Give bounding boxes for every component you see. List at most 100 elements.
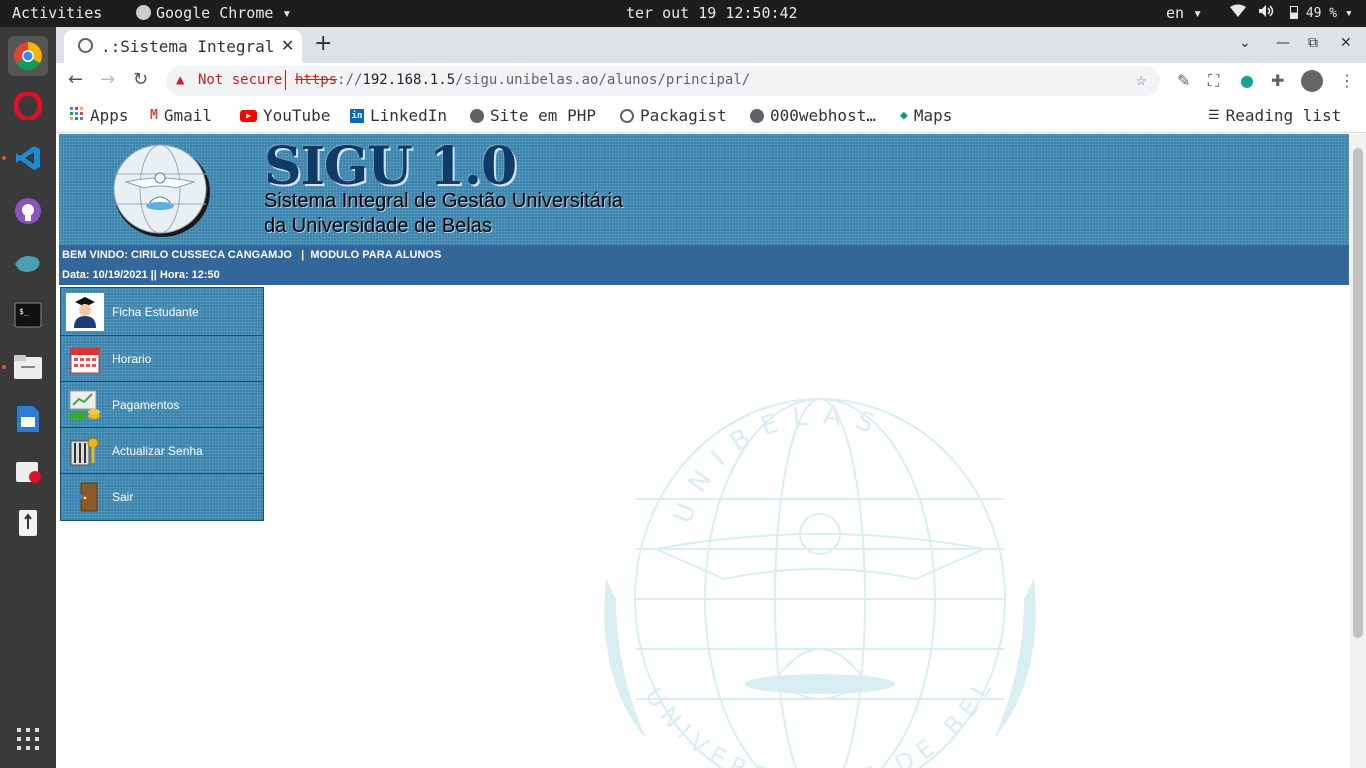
info-bar: BEM VINDO: CIRILO CUSSECA CANGAMJO | MOD… bbox=[59, 245, 1349, 285]
student-icon bbox=[66, 292, 104, 331]
app-subtitle-line2: da Universidade de Belas bbox=[264, 215, 492, 237]
address-bar[interactable]: ▲ Not secure https://192.168.1.5/sigu.un… bbox=[166, 66, 1160, 96]
globe-icon bbox=[470, 108, 484, 123]
payments-icon bbox=[66, 386, 104, 424]
clock[interactable]: ter out 19 12:50:42 bbox=[626, 4, 798, 22]
extensions-puzzle-icon[interactable]: ✚ bbox=[1271, 71, 1284, 90]
gmail-icon: M bbox=[150, 108, 158, 123]
page-scrollbar[interactable] bbox=[1350, 134, 1366, 768]
dock-libreoffice-writer[interactable] bbox=[8, 399, 48, 439]
profile-avatar[interactable] bbox=[1301, 70, 1323, 92]
scrollbar-thumb[interactable] bbox=[1353, 148, 1363, 638]
dock-files[interactable] bbox=[2, 347, 48, 387]
svg-text:$_: $_ bbox=[19, 307, 29, 316]
page-viewport: SIGU 1.0 Sistema Integral de Gestão Univ… bbox=[56, 134, 1350, 768]
menu-item-sair[interactable]: Sair bbox=[61, 474, 263, 520]
menu-item-actualizar-senha[interactable]: Actualizar Senha bbox=[61, 428, 263, 474]
bookmark-maps[interactable]: ◆ Maps bbox=[900, 106, 952, 125]
wifi-icon[interactable] bbox=[1230, 4, 1246, 22]
app-menu[interactable]: Google Chrome ▾ bbox=[136, 4, 291, 22]
apps-grid-icon bbox=[70, 106, 84, 125]
unibelas-logo bbox=[113, 144, 210, 237]
activities-button[interactable]: Activities bbox=[12, 4, 102, 22]
bookmarks-bar: Apps M Gmail ▶ YouTube in LinkedIn Site … bbox=[56, 99, 1366, 133]
github-icon bbox=[15, 198, 41, 224]
writer-icon bbox=[17, 406, 39, 432]
warning-icon: ▲ bbox=[176, 72, 185, 88]
close-window-button[interactable]: ✕ bbox=[1340, 35, 1352, 51]
bookmark-gmail[interactable]: M Gmail bbox=[150, 106, 212, 125]
tab-title: .:Sistema Integral de Gestão Universitár… bbox=[101, 37, 276, 56]
bookmark-star-icon[interactable]: ☆ bbox=[1136, 70, 1146, 90]
tab-strip: .:Sistema Integral de Gestão Universitár… bbox=[56, 27, 1366, 63]
bookmark-linkedin[interactable]: in LinkedIn bbox=[350, 106, 447, 125]
files-icon bbox=[14, 355, 42, 379]
menu-item-horario[interactable]: Horario bbox=[61, 336, 263, 382]
terminal-icon: $_ bbox=[14, 302, 42, 328]
close-tab-icon[interactable]: ✕ bbox=[281, 36, 294, 55]
show-applications-button[interactable] bbox=[8, 719, 48, 759]
reading-list-icon: ☰ bbox=[1208, 108, 1220, 123]
dock-vscode[interactable] bbox=[2, 138, 48, 178]
keys-icon bbox=[66, 432, 104, 470]
tab-search-button[interactable]: ⌄ bbox=[1239, 35, 1251, 51]
battery-indicator[interactable]: 49 % ▾ bbox=[1290, 6, 1353, 21]
dock: $_ bbox=[0, 27, 56, 768]
minimize-button[interactable]: — bbox=[1276, 35, 1290, 51]
globe-icon bbox=[750, 108, 764, 123]
system-top-bar: Activities Google Chrome ▾ ter out 19 12… bbox=[0, 0, 1366, 27]
chrome-icon bbox=[136, 5, 151, 20]
dock-mysql-workbench[interactable] bbox=[8, 243, 48, 283]
language-indicator[interactable]: en ▾ bbox=[1166, 4, 1202, 22]
dock-usb-drive[interactable] bbox=[8, 503, 48, 543]
battery-icon bbox=[1290, 6, 1298, 19]
bookmark-000webhost[interactable]: 000webhost… bbox=[750, 106, 876, 125]
eyedropper-extension-icon[interactable]: ✎ bbox=[1177, 71, 1190, 90]
menu-item-ficha-estudante[interactable]: Ficha Estudante bbox=[61, 288, 263, 336]
restore-button[interactable]: ⧉ bbox=[1308, 35, 1318, 51]
dock-opera[interactable] bbox=[8, 86, 48, 126]
divider bbox=[285, 70, 286, 90]
exit-door-icon bbox=[66, 478, 104, 516]
packagist-icon bbox=[620, 108, 634, 123]
back-button[interactable]: ← bbox=[68, 69, 83, 90]
youtube-icon: ▶ bbox=[240, 109, 257, 122]
unibelas-watermark-logo: UNIBELAS UNIVERSIDADE DE BELAS bbox=[576, 379, 1036, 768]
opera-icon bbox=[14, 92, 42, 120]
browser-toolbar: ← → ↻ ▲ Not secure https://192.168.1.5/s… bbox=[56, 63, 1366, 99]
security-label: Not secure bbox=[198, 72, 283, 88]
chrome-icon bbox=[14, 42, 42, 70]
dock-terminal[interactable]: $_ bbox=[8, 295, 48, 335]
menu-kebab-icon[interactable]: ⋮ bbox=[1339, 71, 1355, 90]
dolphin-icon bbox=[15, 256, 40, 272]
bookmark-site-em-php[interactable]: Site em PHP bbox=[470, 106, 596, 125]
svg-text:UNIVERSIDADE DE BELAS: UNIVERSIDADE DE BELAS bbox=[576, 379, 1001, 768]
software-icon bbox=[16, 462, 41, 483]
forward-button[interactable]: → bbox=[100, 69, 115, 90]
side-menu: Ficha Estudante Horario Pagamentos Actua… bbox=[60, 287, 264, 521]
browser-tab[interactable]: .:Sistema Integral de Gestão Universitár… bbox=[64, 30, 302, 63]
globe-icon bbox=[78, 38, 93, 53]
app-grid-icon bbox=[17, 728, 39, 750]
date-time-text: Data: 10/19/2021 || Hora: 12:50 bbox=[62, 269, 220, 281]
calendar-icon bbox=[66, 340, 104, 378]
reading-list-button[interactable]: ☰ Reading list bbox=[1208, 106, 1341, 125]
new-tab-button[interactable]: + bbox=[314, 31, 332, 56]
dock-software-center[interactable] bbox=[8, 451, 48, 491]
screenshot-extension-icon[interactable]: ⛶ bbox=[1208, 71, 1219, 91]
palette-extension-icon[interactable]: ● bbox=[1240, 71, 1254, 90]
maps-icon: ◆ bbox=[900, 108, 908, 123]
watermark-bottom-text: UNIVERSIDADE DE BELAS bbox=[576, 379, 993, 768]
menu-item-pagamentos[interactable]: Pagamentos bbox=[61, 382, 263, 428]
usb-drive-icon bbox=[19, 510, 37, 536]
dock-github[interactable] bbox=[8, 191, 48, 231]
volume-icon[interactable] bbox=[1258, 4, 1274, 22]
bookmark-packagist[interactable]: Packagist bbox=[620, 106, 727, 125]
reload-button[interactable]: ↻ bbox=[133, 69, 148, 90]
vscode-icon bbox=[16, 146, 40, 170]
bookmark-apps[interactable]: Apps bbox=[70, 106, 129, 125]
browser-chrome: .:Sistema Integral de Gestão Universitár… bbox=[56, 27, 1366, 134]
bookmark-youtube[interactable]: ▶ YouTube bbox=[240, 106, 330, 125]
dock-chrome[interactable] bbox=[8, 36, 48, 76]
welcome-text: BEM VINDO: CIRILO CUSSECA CANGAMJO | MOD… bbox=[62, 249, 442, 261]
